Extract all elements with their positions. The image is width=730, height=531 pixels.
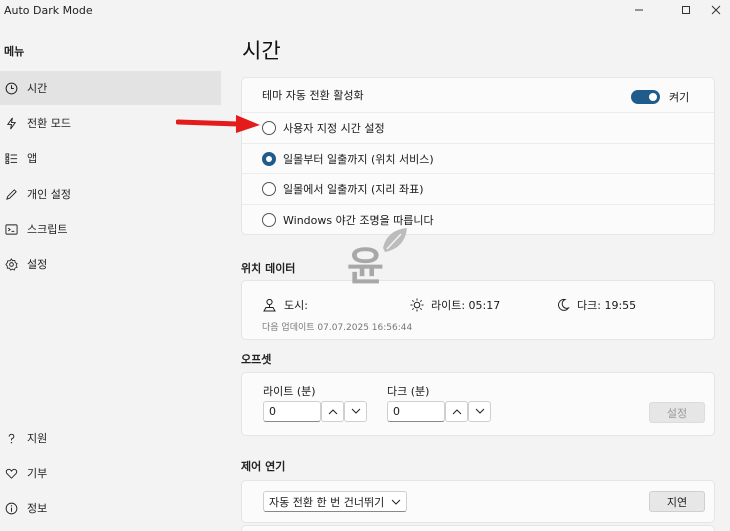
offset-dark-decrease[interactable] — [468, 401, 491, 422]
light-time-label: 라이트: 05:17 — [431, 299, 501, 312]
sidebar-item-label: 시간 — [27, 82, 48, 95]
postpone-delay-button[interactable]: 지연 — [649, 491, 705, 512]
postpone-heading: 제어 연기 — [241, 460, 286, 473]
theme-switch-row: 테마 자동 전환 활성화 켜기 — [242, 78, 714, 112]
close-button[interactable] — [701, 0, 730, 20]
sidebar-heading: 메뉴 — [4, 45, 25, 58]
dark-time-label: 다크: 19:55 — [577, 299, 637, 312]
offset-dark-input[interactable]: 0 — [387, 401, 445, 422]
minimize-icon — [635, 9, 643, 11]
chevron-up-icon — [328, 409, 337, 415]
next-card-edge — [241, 525, 715, 531]
postpone-card: 자동 전환 한 번 건너뛰기 지연 — [241, 480, 715, 523]
lightning-icon — [4, 116, 18, 130]
chevron-down-icon — [475, 408, 484, 414]
radio-button[interactable] — [262, 182, 276, 196]
schedule-option-night-light[interactable]: Windows 야간 조명을 따릅니다 — [242, 204, 714, 235]
radio-button[interactable] — [262, 121, 276, 135]
main-content: 시간 테마 자동 전환 활성화 켜기 사용자 지정 시간 설정 일몰부터 일출까… — [222, 20, 730, 531]
schedule-option-label: 사용자 지정 시간 설정 — [283, 122, 385, 135]
radio-button[interactable] — [262, 151, 276, 166]
sidebar-item-label: 정보 — [27, 502, 48, 515]
schedule-card: 테마 자동 전환 활성화 켜기 사용자 지정 시간 설정 일몰부터 일출까지 (… — [241, 77, 715, 235]
offset-dark-increase[interactable] — [445, 401, 468, 422]
sidebar-item-settings[interactable]: 설정 — [0, 247, 221, 281]
sidebar-item-label: 지원 — [27, 432, 48, 445]
offset-light-increase[interactable] — [321, 401, 344, 422]
theme-switch-label: 테마 자동 전환 활성화 — [262, 89, 364, 102]
offset-dark-label: 다크 (분) — [387, 385, 430, 398]
schedule-option-label: 일몰부터 일출까지 (위치 서비스) — [283, 152, 434, 166]
pen-icon — [4, 187, 18, 201]
offset-card: 라이트 (분) 0 다크 (분) 0 설정 — [241, 372, 715, 436]
sidebar-item-apps[interactable]: 앱 — [0, 141, 221, 175]
offset-light-label: 라이트 (분) — [263, 385, 316, 398]
chevron-up-icon — [452, 409, 461, 415]
postpone-select-value: 자동 전환 한 번 건너뛰기 — [269, 495, 385, 509]
gear-icon — [4, 257, 18, 271]
info-icon — [4, 501, 18, 515]
script-icon — [4, 222, 18, 236]
sidebar-item-label: 전환 모드 — [27, 117, 71, 130]
sunrise-field: 라이트: 05:17 — [410, 297, 500, 313]
clock-icon — [4, 81, 18, 95]
sidebar-item-about[interactable]: 정보 — [0, 491, 221, 525]
sidebar-item-label: 앱 — [27, 152, 38, 165]
sidebar-item-donate[interactable]: 기부 — [0, 456, 221, 490]
last-update-text: 다음 업데이트 07.07.2025 16:56:44 — [262, 323, 413, 333]
sidebar: 메뉴 시간 전환 모드 앱 개인 설정 스크립트 설정 지원 기부 정보 — [0, 20, 222, 531]
close-icon — [711, 5, 721, 15]
chevron-down-icon — [351, 408, 360, 414]
moon-icon — [557, 298, 570, 311]
help-icon — [4, 431, 18, 445]
sidebar-item-label: 기부 — [27, 467, 48, 480]
minimize-button[interactable] — [624, 0, 654, 20]
location-pin-icon — [263, 298, 276, 312]
annotation-arrow — [176, 115, 260, 133]
city-label: 도시: — [284, 299, 308, 312]
watermark-text: 윤 — [347, 244, 384, 290]
offset-light-input[interactable]: 0 — [263, 401, 321, 422]
sidebar-item-support[interactable]: 지원 — [0, 421, 221, 455]
schedule-option-label: 일몰에서 일출까지 (지리 좌표) — [283, 183, 424, 196]
sidebar-item-label: 설정 — [27, 258, 48, 271]
offset-light-decrease[interactable] — [344, 401, 367, 422]
city-field: 도시: — [263, 297, 308, 313]
title-bar: Auto Dark Mode — [0, 0, 730, 20]
heart-icon — [4, 466, 18, 480]
maximize-icon — [682, 6, 690, 14]
sidebar-item-time[interactable]: 시간 — [0, 71, 221, 105]
postpone-select[interactable]: 자동 전환 한 번 건너뛰기 — [263, 491, 407, 512]
sidebar-item-label: 개인 설정 — [27, 188, 71, 201]
location-card: 도시: 라이트: 05:17 다크: 19:55 다음 업데이트 07.07.2… — [241, 280, 715, 340]
offset-apply-button[interactable]: 설정 — [649, 402, 705, 423]
theme-switch-state: 켜기 — [669, 91, 690, 104]
offset-heading: 오프셋 — [241, 353, 272, 366]
chevron-down-icon — [391, 499, 401, 505]
page-title: 시간 — [242, 39, 281, 63]
sun-icon — [410, 298, 424, 312]
window-title: Auto Dark Mode — [4, 4, 93, 17]
location-heading: 위치 데이터 — [241, 262, 296, 275]
sidebar-item-scripts[interactable]: 스크립트 — [0, 212, 221, 246]
schedule-option-custom[interactable]: 사용자 지정 시간 설정 — [242, 112, 714, 143]
sunset-field: 다크: 19:55 — [556, 297, 636, 313]
schedule-option-location-service[interactable]: 일몰부터 일출까지 (위치 서비스) — [242, 143, 714, 173]
sidebar-item-personalization[interactable]: 개인 설정 — [0, 177, 221, 211]
sidebar-item-label: 스크립트 — [27, 223, 68, 236]
theme-switch-toggle[interactable] — [631, 90, 660, 104]
app-list-icon — [4, 151, 18, 165]
watermark-logo: 윤 — [347, 226, 407, 294]
maximize-button[interactable] — [671, 0, 701, 20]
schedule-option-coordinates[interactable]: 일몰에서 일출까지 (지리 좌표) — [242, 173, 714, 204]
radio-button[interactable] — [262, 213, 276, 227]
